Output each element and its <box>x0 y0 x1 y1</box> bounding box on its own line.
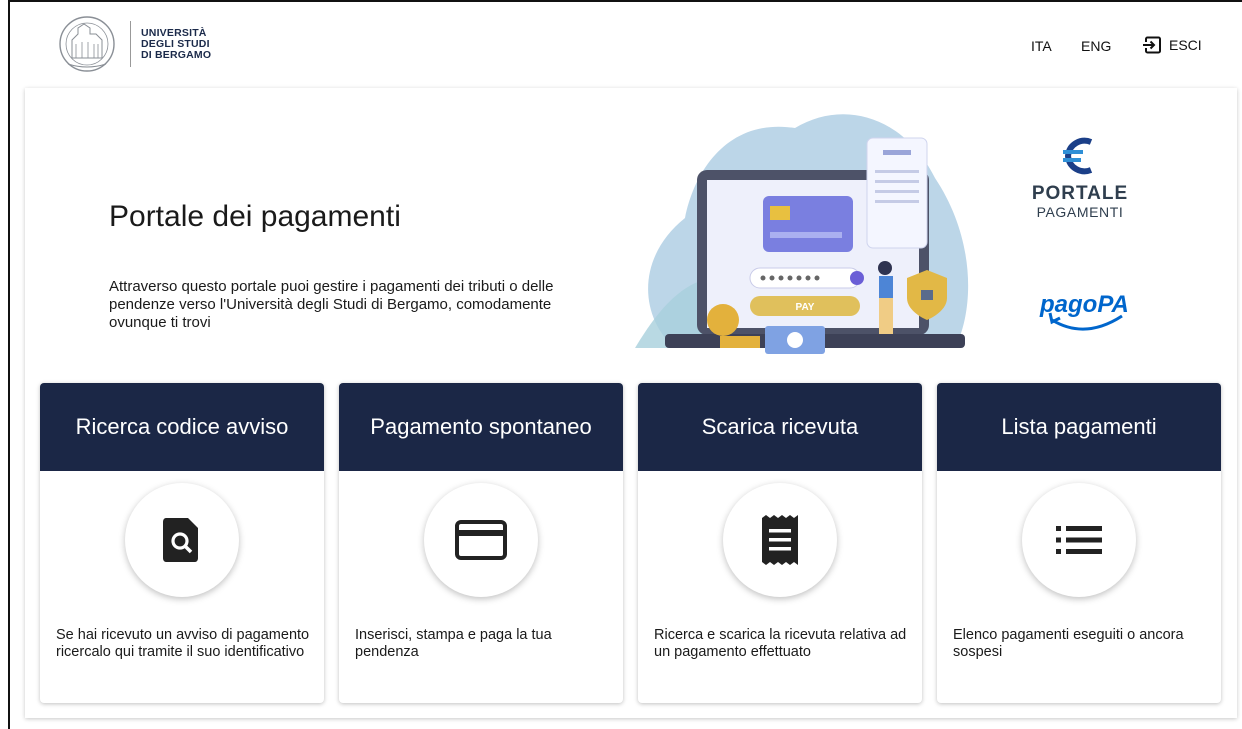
list-icon <box>1056 526 1102 554</box>
card-title: Ricerca codice avviso <box>40 383 324 471</box>
window-border-left <box>8 0 10 729</box>
logout-button[interactable]: ESCI <box>1143 35 1202 55</box>
main-panel: Portale dei pagamenti Attraverso questo … <box>25 88 1237 718</box>
logo-divider <box>130 21 131 67</box>
university-name-line-2: DEGLI STUDI <box>141 37 210 50</box>
card-ricerca-codice-avviso[interactable]: Ricerca codice avviso Se hai ricevuto un… <box>40 383 324 703</box>
card-title: Pagamento spontaneo <box>339 383 623 471</box>
pagopa-logo-text: pagoPA <box>1039 291 1129 318</box>
logout-label: ESCI <box>1169 37 1202 53</box>
top-header: UNIVERSITÀ DEGLI STUDI DI BERGAMO ITA EN… <box>10 2 1242 88</box>
receipt-icon <box>762 515 798 565</box>
pay-label: PAY <box>796 302 815 313</box>
card-description: Inserisci, stampa e paga la tua pendenza <box>355 627 552 660</box>
credit-card-icon <box>455 520 507 560</box>
card-icon-circle <box>723 483 837 597</box>
page-description: Attraverso questo portale puoi gestire i… <box>109 278 554 331</box>
card-description: Se hai ricevuto un avviso di pagamento r… <box>56 627 310 660</box>
card-description: Ricerca e scarica la ricevuta relativa a… <box>654 627 907 660</box>
language-eng-link[interactable]: ENG <box>1081 38 1111 54</box>
card-title: Scarica ricevuta <box>638 383 922 471</box>
portale-logo-word-1: PORTALE <box>1031 183 1129 204</box>
card-title: Lista pagamenti <box>937 383 1221 471</box>
card-icon-circle <box>1022 483 1136 597</box>
card-lista-pagamenti[interactable]: Lista pagamenti Elenco pagamenti eseguit… <box>937 383 1221 703</box>
euro-icon <box>1063 137 1093 175</box>
page-title: Portale dei pagamenti <box>109 200 401 233</box>
card-description: Elenco pagamenti eseguiti o ancora sospe… <box>953 627 1184 660</box>
university-logo[interactable]: UNIVERSITÀ DEGLI STUDI DI BERGAMO <box>50 14 211 74</box>
university-name: UNIVERSITÀ DEGLI STUDI DI BERGAMO <box>141 26 212 61</box>
document-search-icon <box>163 518 198 562</box>
portale-logo-word-2: PAGAMENTI <box>1036 204 1124 220</box>
portale-pagamenti-logo: PORTALE PAGAMENTI <box>1025 136 1135 219</box>
university-seal-icon <box>59 16 115 72</box>
university-name-line-3: DI BERGAMO <box>141 48 212 61</box>
card-scarica-ricevuta[interactable]: Scarica ricevuta Ricerca e scarica la ri… <box>638 383 922 703</box>
card-icon-circle <box>125 483 239 597</box>
payment-illustration: PAY <box>635 114 969 354</box>
language-ita-link[interactable]: ITA <box>1031 38 1052 54</box>
logout-icon <box>1143 36 1161 54</box>
pagopa-logo: pagoPA <box>1039 291 1129 331</box>
card-pagamento-spontaneo[interactable]: Pagamento spontaneo Inserisci, stampa e … <box>339 383 623 703</box>
university-name-line-1: UNIVERSITÀ <box>141 26 207 39</box>
card-icon-circle <box>424 483 538 597</box>
